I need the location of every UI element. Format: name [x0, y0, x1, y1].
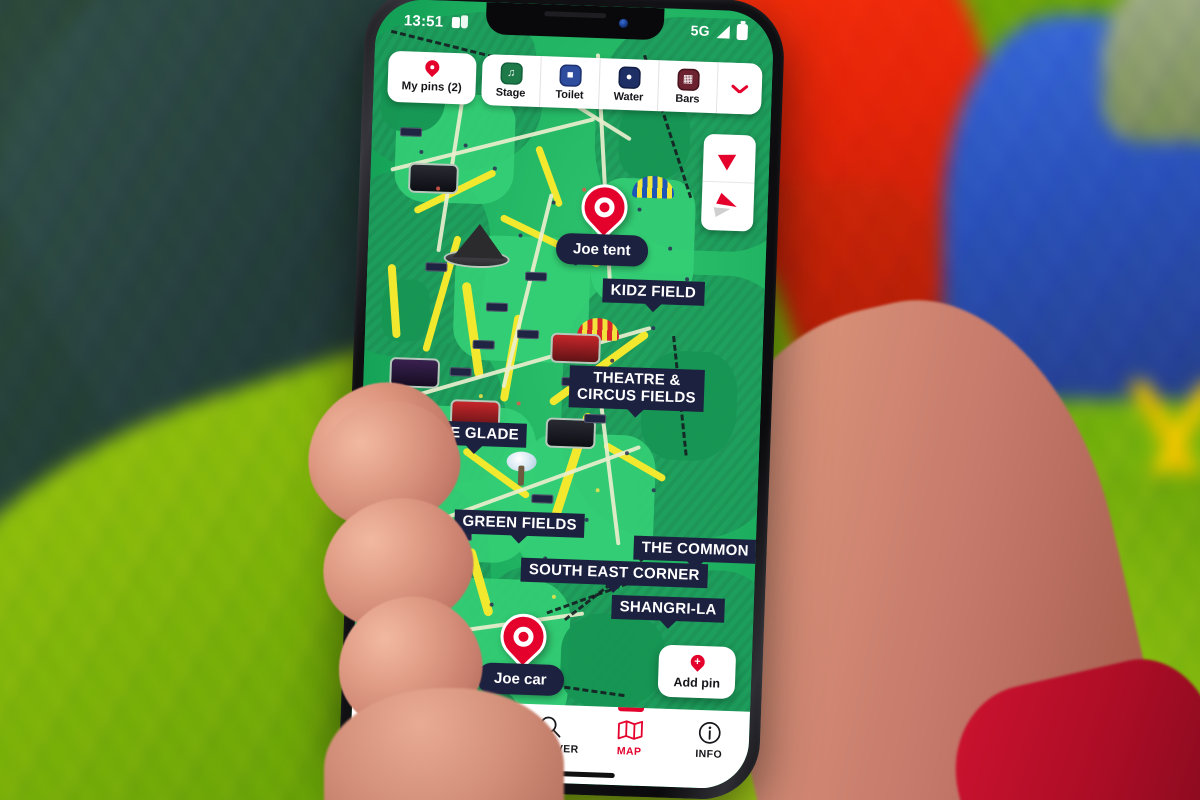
map-stall — [485, 302, 509, 313]
water-drop-icon: ● — [619, 67, 639, 88]
map-pin-label-joe-car[interactable]: Joe car — [476, 662, 565, 697]
map-stall — [425, 262, 448, 272]
area-label-text: THE COMMON — [641, 538, 750, 560]
status-bar-time: 13:51 — [403, 11, 444, 31]
map-stall — [399, 127, 423, 137]
my-pins-button[interactable]: My pins (2) — [387, 50, 477, 105]
stage-icon — [552, 334, 600, 363]
tab-label: MAP — [616, 745, 642, 758]
music-note-icon: ♫ — [501, 63, 521, 84]
signal-bars-icon — [716, 24, 730, 39]
filter-chip-stage[interactable]: ♫ Stage — [481, 54, 542, 108]
area-label-the-common: THE COMMON — [633, 535, 758, 571]
status-bar-network: 5G — [690, 22, 711, 39]
map-pin-icon — [425, 60, 440, 78]
expand-filters-button[interactable] — [716, 62, 763, 115]
compass-icon — [713, 192, 742, 219]
filter-chip-bars[interactable]: ▦ Bars — [657, 60, 719, 114]
area-label-green-fields: GREEN FIELDS — [454, 509, 586, 545]
add-pin-label: Add pin — [673, 675, 721, 691]
active-tab-indicator — [617, 707, 644, 713]
compass-button[interactable] — [701, 182, 755, 232]
area-label-kidz-field: KIDZ FIELD — [602, 278, 705, 313]
pyramid-stage-icon — [452, 223, 506, 259]
folded-map-icon — [590, 715, 670, 744]
tab-info[interactable]: INFO — [669, 718, 750, 762]
map-stall — [449, 367, 472, 377]
stage-icon — [410, 164, 457, 193]
filter-chip-label: Water — [613, 90, 644, 104]
area-label-text: SHANGRI-LA — [619, 598, 718, 619]
locate-me-button[interactable] — [702, 133, 757, 184]
tab-map[interactable]: MAP — [589, 707, 670, 759]
area-label-theatre-circus-fields: THEATRE & CIRCUS FIELDS — [568, 365, 705, 418]
area-label-text: CIRCUS FIELDS — [576, 385, 697, 408]
map-controls — [700, 133, 757, 232]
navigation-arrow-icon — [717, 146, 741, 170]
filter-chip-label: Bars — [675, 92, 700, 106]
filter-chip-toilet[interactable]: ■ Toilet — [540, 56, 601, 110]
battery-icon — [736, 23, 749, 41]
teams-icon — [452, 15, 468, 30]
map-pin-label-joe-tent[interactable]: Joe tent — [555, 232, 649, 267]
map-pin-plus-icon — [690, 655, 705, 673]
my-pins-label: My pins (2) — [401, 80, 462, 95]
map-stall — [524, 271, 548, 282]
area-label-shangri-la: SHANGRI-LA — [611, 594, 726, 630]
tree-icon — [506, 451, 537, 486]
area-label-text: SOUTH EAST CORNER — [528, 560, 701, 584]
toilet-icon: ■ — [560, 65, 580, 86]
stage-icon — [547, 419, 595, 448]
bar-drink-icon: ▦ — [678, 69, 698, 90]
map-woodland — [380, 278, 431, 343]
add-pin-button[interactable]: Add pin — [657, 644, 737, 700]
area-label-text: GREEN FIELDS — [462, 512, 578, 534]
map-stall — [584, 413, 607, 424]
chevron-down-icon — [732, 84, 748, 94]
info-circle-icon — [669, 718, 749, 747]
filter-chip-label: Toilet — [555, 88, 584, 102]
map-stall — [531, 493, 554, 504]
tab-label: INFO — [695, 747, 723, 761]
area-label-text: KIDZ FIELD — [610, 281, 697, 302]
map-stall — [472, 339, 495, 350]
map-stall — [516, 329, 540, 340]
filter-chip-water[interactable]: ● Water — [598, 58, 660, 112]
filter-chip-label: Stage — [495, 86, 526, 100]
